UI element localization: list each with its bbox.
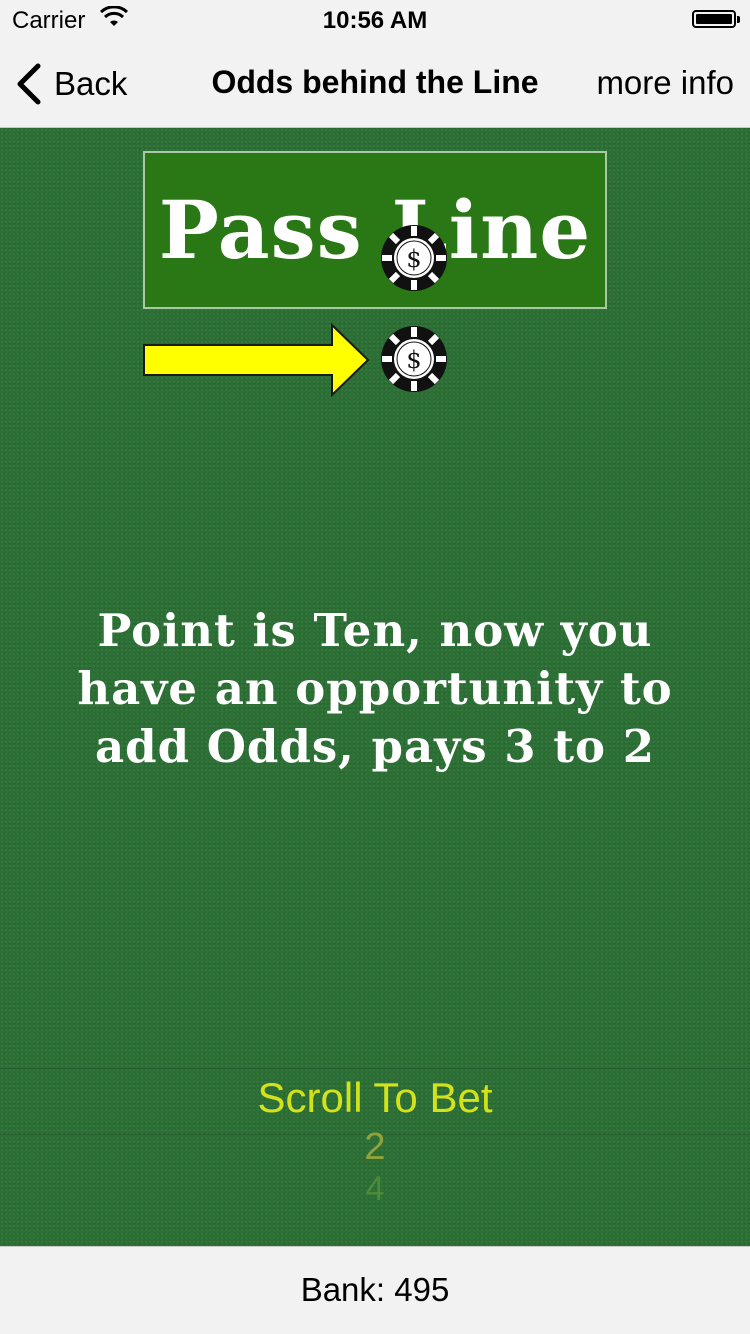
status-bar: Carrier 10:56 AM	[0, 0, 750, 40]
picker-selected-label[interactable]: Scroll To Bet	[0, 1074, 750, 1122]
chevron-left-icon	[17, 63, 41, 105]
navigation-bar: Back Odds behind the Line more info	[0, 40, 750, 128]
status-time: 10:56 AM	[322, 7, 428, 34]
chip-symbol: $	[406, 245, 421, 273]
picker-option[interactable]: 4	[0, 1170, 750, 1209]
battery-icon	[692, 10, 740, 28]
message-line-1: Point is Ten, now you	[97, 604, 653, 657]
picker-option[interactable]: 2	[0, 1126, 750, 1169]
more-info-button[interactable]: more info	[596, 64, 734, 102]
back-label: Back	[54, 65, 128, 102]
yellow-arrow-right-icon	[143, 323, 370, 397]
pass-line-area[interactable]: Pass Line	[143, 151, 607, 309]
message-line-3: add Odds, pays 3 to 2	[94, 720, 656, 773]
chip-symbol: $	[406, 346, 421, 374]
instruction-message: Point is Ten, now you have an opportunit…	[30, 602, 720, 776]
message-line-2: have an opportunity to	[77, 662, 673, 715]
bottom-bar: Bank: 495	[0, 1246, 750, 1334]
craps-table-felt: Pass Line $ $ Point is Ten, now you have…	[0, 128, 750, 1246]
poker-chip-icon: $	[381, 326, 447, 392]
back-button[interactable]: Back	[14, 60, 127, 108]
poker-chip-icon: $	[381, 225, 447, 291]
pass-line-label: Pass Line	[158, 183, 592, 277]
bank-balance: Bank: 495	[300, 1271, 450, 1308]
picker-divider	[0, 1068, 750, 1069]
